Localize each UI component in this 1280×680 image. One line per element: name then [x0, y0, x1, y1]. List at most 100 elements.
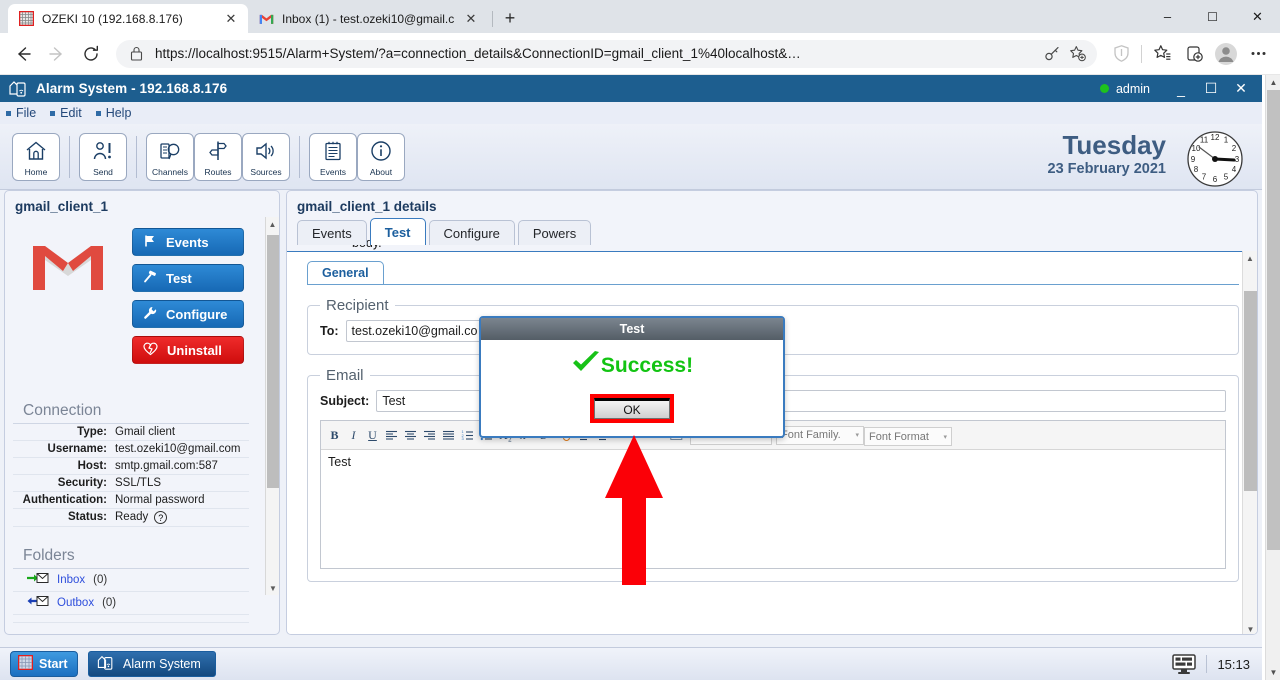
list-item[interactable]: Outbox (0) [13, 592, 249, 615]
tab-powers[interactable]: Powers [517, 220, 592, 245]
close-icon[interactable]: ✕ [460, 8, 482, 30]
align-left-icon[interactable] [382, 426, 401, 445]
taskbar-clock[interactable]: 15:13 [1217, 657, 1250, 672]
browser-tab-gmail[interactable]: Inbox (1) - test.ozeki10@gmail.c ✕ [248, 4, 488, 33]
desktop-monitor-icon[interactable] [1172, 653, 1197, 675]
svg-text:12: 12 [1211, 133, 1220, 142]
shield-icon[interactable] [1105, 38, 1137, 70]
toolbar-label: Events [320, 166, 346, 177]
list-item[interactable]: Inbox (0) [13, 569, 249, 592]
toolbar-button-about[interactable]: About [357, 132, 405, 181]
address-bar[interactable]: https://localhost:9515/Alarm+System/?a=c… [116, 39, 1097, 68]
key-icon[interactable] [1039, 41, 1065, 67]
bold-icon[interactable]: B [325, 426, 344, 445]
toolbar-button-sources[interactable]: Sources [242, 132, 290, 181]
tab-label: Powers [532, 225, 577, 241]
ok-button[interactable]: OK [594, 398, 670, 419]
user-indicator[interactable]: admin [1099, 82, 1150, 96]
browser-tab-ozeki[interactable]: OZEKI 10 (192.168.8.176) ✕ [8, 4, 248, 33]
start-button[interactable]: Start [10, 651, 78, 677]
toolbar-button-channels[interactable]: Channels [146, 132, 194, 181]
font-family-label: Font Family. [781, 429, 841, 441]
button-label: Configure [166, 306, 228, 322]
scrollbar-thumb[interactable] [1244, 291, 1257, 491]
scroll-down-arrow-icon[interactable]: ▼ [266, 581, 279, 595]
email-body-editor[interactable]: Test [321, 450, 1225, 568]
browser-window-controls: – ☐ ✕ [1145, 0, 1280, 33]
font-format-select[interactable]: Font Format ▾ [864, 427, 952, 446]
numbered-list-icon[interactable]: 123 [458, 426, 477, 445]
window-maximize-button[interactable]: ☐ [1190, 0, 1235, 33]
collections-icon[interactable] [1178, 38, 1210, 70]
toolbar-button-events[interactable]: Events [309, 132, 357, 181]
sources-speaker-icon [255, 139, 277, 163]
settings-more-icon[interactable] [1242, 38, 1274, 70]
test-button[interactable]: Test [132, 264, 244, 292]
alarm-system-icon [97, 654, 115, 674]
tab-configure[interactable]: Configure [428, 220, 515, 245]
add-favorite-icon[interactable] [1065, 41, 1091, 67]
menu-item-help[interactable]: Help [95, 106, 131, 120]
events-button[interactable]: Events [132, 228, 244, 256]
configure-button[interactable]: Configure [132, 300, 244, 328]
toolbar-button-routes[interactable]: Routes [194, 132, 242, 181]
justify-icon[interactable] [439, 426, 458, 445]
hammer-icon [143, 270, 157, 287]
menu-item-edit[interactable]: Edit [50, 106, 82, 120]
row-key: Authentication: [22, 494, 107, 506]
row-key: Status: [68, 511, 107, 523]
table-row: Authentication: Normal password [13, 492, 249, 509]
app-close-button[interactable]: ✕ [1226, 77, 1256, 101]
scroll-up-arrow-icon[interactable]: ▲ [266, 217, 279, 231]
font-family-select[interactable]: Font Family. ▾ [776, 425, 864, 445]
taskbar-item-alarm-system[interactable]: Alarm System [88, 651, 216, 677]
scroll-down-arrow-icon[interactable]: ▼ [1266, 665, 1280, 680]
scrollbar-thumb[interactable] [1267, 90, 1280, 550]
left-panel: gmail_client_1 Events Test Configure Uni… [4, 190, 280, 635]
app-maximize-button[interactable]: ☐ [1196, 77, 1226, 101]
toolbar-button-home[interactable]: Home [12, 132, 60, 181]
uninstall-button[interactable]: Uninstall [132, 336, 244, 364]
back-icon[interactable] [6, 37, 40, 71]
toolbar-button-send[interactable]: Send [79, 132, 127, 181]
align-center-icon[interactable] [401, 426, 420, 445]
broken-heart-icon [143, 342, 158, 359]
window-close-button[interactable]: ✕ [1235, 0, 1280, 33]
alarm-system-icon [8, 79, 28, 99]
subtab-general[interactable]: General [307, 261, 384, 284]
row-key: Type: [77, 426, 107, 438]
align-right-icon[interactable] [420, 426, 439, 445]
scroll-up-arrow-icon[interactable]: ▲ [1243, 251, 1257, 265]
scroll-up-arrow-icon[interactable]: ▲ [1266, 75, 1280, 90]
flag-icon [143, 234, 157, 251]
italic-icon[interactable]: I [344, 426, 363, 445]
right-panel-title: gmail_client_1 details [297, 199, 437, 214]
browser-navigation-bar: https://localhost:9515/Alarm+System/?a=c… [0, 33, 1280, 75]
row-value: Normal password [115, 494, 205, 506]
folder-link[interactable]: Inbox [57, 574, 85, 586]
table-row: Host: smtp.gmail.com:587 [13, 458, 249, 475]
svg-text:1: 1 [1224, 136, 1229, 145]
favorites-icon[interactable] [1146, 38, 1178, 70]
window-minimize-button[interactable]: – [1145, 0, 1190, 33]
left-panel-scrollbar[interactable]: ▲ ▼ [265, 217, 279, 595]
scrollbar-thumb[interactable] [267, 235, 279, 488]
close-icon[interactable]: ✕ [220, 8, 242, 30]
table-row: Type: Gmail client [13, 424, 249, 441]
folder-link[interactable]: Outbox [57, 597, 94, 609]
reload-icon[interactable] [74, 37, 108, 71]
forward-icon[interactable] [40, 37, 74, 71]
underline-icon[interactable]: U [363, 426, 382, 445]
scroll-down-arrow-icon[interactable]: ▼ [1243, 622, 1257, 634]
question-icon[interactable]: ? [154, 511, 168, 524]
start-grid-icon [17, 654, 34, 673]
profile-icon[interactable] [1210, 38, 1242, 70]
right-panel-scrollbar[interactable]: ▲ ▼ [1242, 251, 1257, 634]
new-tab-button[interactable]: + [497, 5, 523, 31]
tab-test[interactable]: Test [369, 218, 426, 245]
menu-item-file[interactable]: File [6, 106, 36, 120]
app-minimize-button[interactable]: _ [1166, 77, 1196, 101]
list-item-partial[interactable] [13, 615, 249, 623]
tab-events[interactable]: Events [297, 220, 367, 245]
page-scrollbar[interactable]: ▲ ▼ [1265, 75, 1280, 680]
